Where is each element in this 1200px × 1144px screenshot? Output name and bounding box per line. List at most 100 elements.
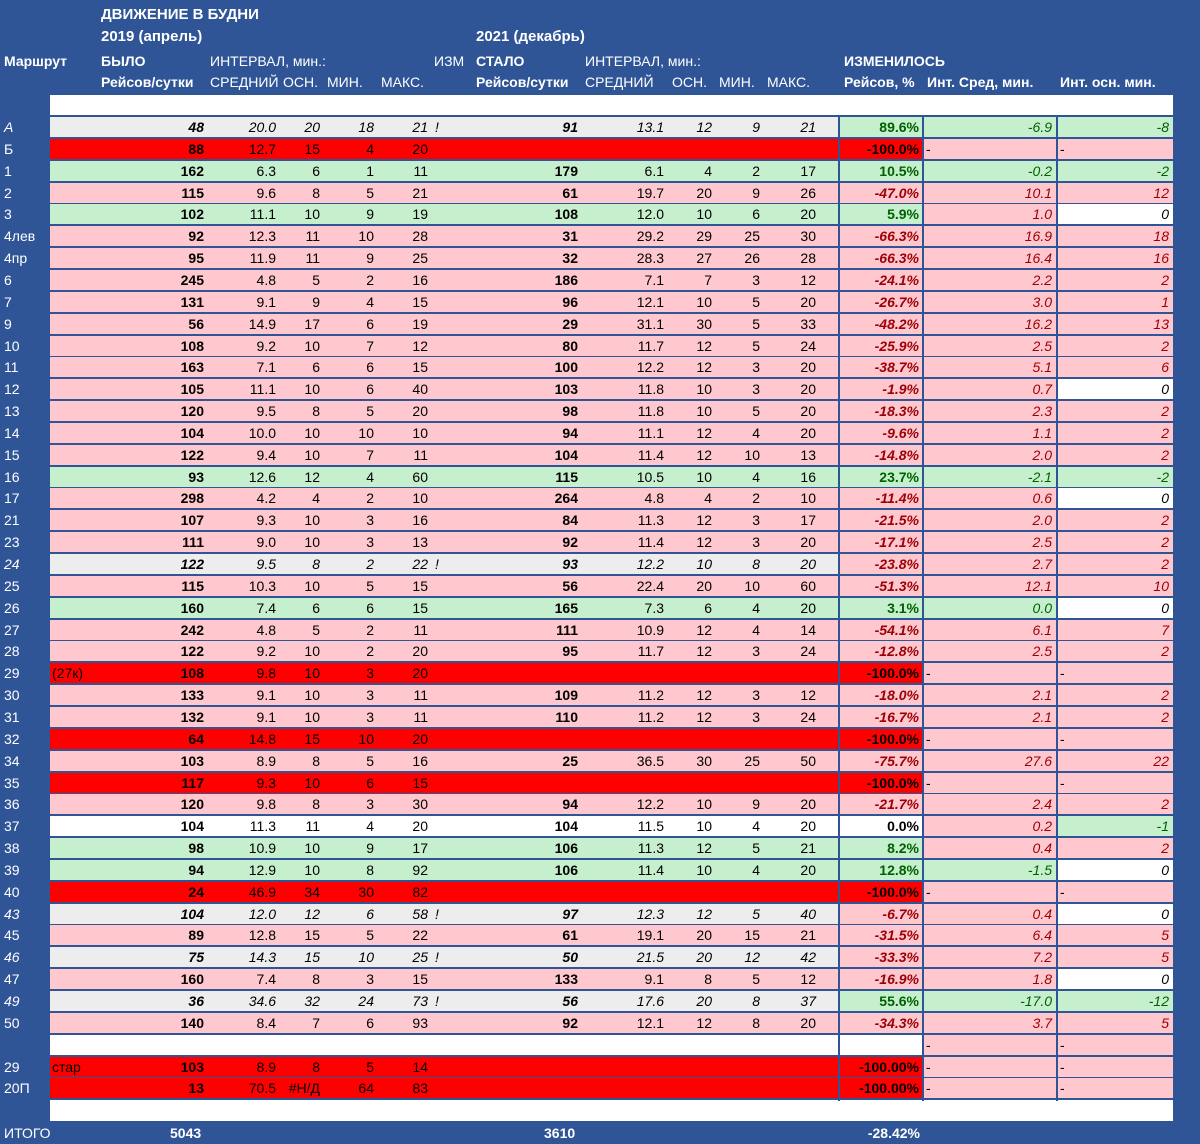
cell-t2: 56 [562, 993, 578, 1009]
cell-a2: 36.5 [636, 752, 664, 769]
cell-int-avg-change: 0.6 [1032, 490, 1052, 507]
cell-a1: 4.8 [256, 621, 276, 638]
cell-m2: 27 [696, 250, 712, 267]
cell-x2 [764, 728, 816, 750]
route-name: 1 [4, 162, 12, 179]
cell-int-avg-change: 2.5 [1032, 534, 1052, 551]
cell-x2: 13 [800, 446, 816, 463]
cell-t1: 162 [180, 162, 204, 179]
cell-int-main-change: -12 [1148, 993, 1169, 1009]
cell-t1: 120 [180, 796, 204, 813]
cell-n1: 3 [366, 512, 374, 529]
cell-izm [428, 203, 446, 225]
cell-n1: 4 [366, 293, 374, 310]
cell-int-main-change: 2 [1161, 271, 1169, 288]
cell-a1: 34.6 [248, 993, 276, 1009]
cell-x1: 73 [412, 993, 428, 1009]
cell-m2: 6 [704, 599, 712, 616]
cell-x2 [764, 1034, 816, 1056]
cell-a1: 10.9 [248, 840, 276, 857]
cell-m2: 10 [696, 861, 712, 878]
cell-int-avg-change: 12.1 [1024, 577, 1052, 594]
cell-a1: 46.9 [248, 883, 276, 900]
cell-n1: 5 [366, 403, 374, 420]
cell-pct-change: -100.0% [866, 665, 919, 682]
cell-a2: 11.4 [637, 446, 664, 463]
cell-t1: 117 [181, 774, 204, 791]
cell-t2: 110 [555, 708, 578, 725]
cell-int-main-change: - [1060, 665, 1065, 682]
cell-n2: 3 [752, 534, 760, 551]
cell-int-avg-change: 1.1 [1032, 424, 1052, 441]
cell-int-main-change: 5 [1161, 949, 1169, 966]
cell-t1: 163 [180, 359, 204, 376]
cell-t1: 107 [180, 512, 204, 529]
cell-int-avg-change: 5.1 [1032, 359, 1052, 376]
cell-n1: 6 [366, 599, 374, 616]
cell-m2: 12 [696, 1014, 712, 1031]
cell-n2: 5 [752, 840, 760, 857]
cell-int-avg-change: 7.2 [1032, 949, 1052, 966]
cell-m1: 34 [304, 883, 320, 900]
cell-n1: 5 [366, 577, 374, 594]
cell-pct-change: -16.7% [874, 708, 919, 725]
cell-int-main-change: 2 [1161, 796, 1169, 813]
cell-m1: 11 [305, 228, 320, 245]
cell-n2: 8 [752, 556, 760, 572]
cell-a1: 9.3 [256, 774, 276, 791]
cell-pct-change: -75.7% [874, 752, 919, 769]
cell-x2: 30 [800, 228, 816, 245]
cell-a1: 8.4 [256, 1014, 276, 1031]
cell-pct-change: -31.5% [874, 927, 919, 944]
cell-x1: 16 [412, 752, 428, 769]
cell-int-avg-change: 2.1 [1032, 708, 1052, 725]
cell-x2: 20 [800, 206, 816, 223]
cell-x2: 21 [800, 119, 816, 135]
cell-int-main-change: 2 [1161, 337, 1169, 354]
cell-a2: 12.2 [636, 556, 664, 572]
cell-a2: 11.8 [637, 381, 664, 398]
cell-n1: 30 [358, 883, 374, 900]
cell-t2: 29 [562, 315, 578, 332]
cell-x1: 20 [412, 730, 428, 747]
cell-x1 [378, 1034, 428, 1056]
cell-m2: 12 [696, 534, 712, 551]
cell-t2: 94 [562, 796, 578, 813]
route-name: 4лев [4, 228, 36, 245]
cell-pct-change: -66.3% [874, 228, 919, 245]
cell-t2: 97 [562, 905, 578, 922]
cell-a1: 9.5 [256, 556, 276, 572]
cell-m1: 10 [304, 512, 320, 529]
cell-x1: 15 [412, 293, 428, 310]
cell-m1: 32 [304, 993, 320, 1009]
cell-izm [428, 422, 446, 444]
cell-int-main-change: 2 [1161, 556, 1169, 572]
cell-n1: 64 [358, 1080, 374, 1097]
cell-t2 [476, 728, 578, 750]
cell-x2: 50 [800, 752, 816, 769]
cell-t1: 242 [180, 621, 204, 638]
cell-m1: 10 [304, 446, 320, 463]
cell-m1: 10 [304, 381, 320, 398]
cell-izm [428, 1056, 446, 1078]
cell-x2: 20 [800, 403, 816, 420]
cell-x2 [764, 772, 816, 794]
cell-int-avg-change: 10.1 [1024, 184, 1052, 201]
cell-pct-change: -24.1% [874, 271, 919, 288]
cell-n2 [716, 1056, 760, 1078]
cell-a1: 70.5 [248, 1080, 276, 1097]
cell-izm [428, 356, 446, 378]
cell-t1 [101, 1034, 204, 1056]
cell-a1: 14.9 [248, 315, 276, 332]
cell-m1: 10 [304, 861, 320, 878]
cell-m2: 12 [696, 840, 712, 857]
cell-t1: 115 [181, 184, 204, 201]
route-name: 2 [4, 184, 12, 201]
cell-x1: 19 [412, 315, 428, 332]
cell-t1: 245 [180, 271, 204, 288]
cell-t1: 56 [188, 315, 204, 332]
cell-n1 [324, 1034, 374, 1056]
cell-x1: 16 [412, 271, 428, 288]
cell-n1: 5 [366, 1058, 374, 1075]
cell-t2: 104 [554, 446, 578, 463]
